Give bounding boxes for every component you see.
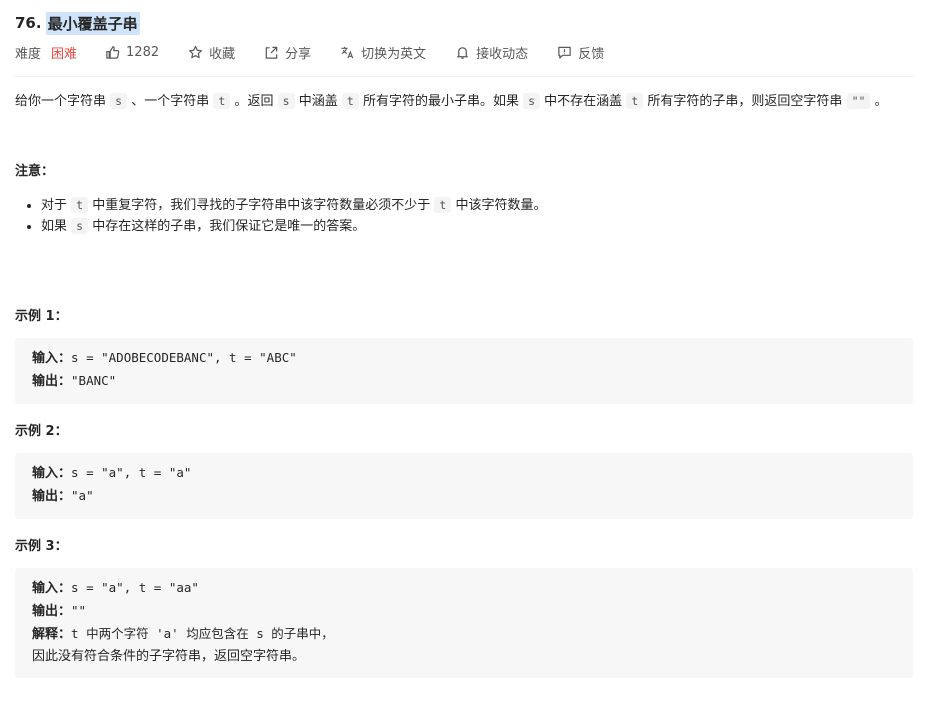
desc-text: 所有字符的子串，则返回空字符串 bbox=[647, 94, 843, 109]
inline-code-t: t bbox=[213, 93, 231, 109]
input-value: s = "a", t = "a" bbox=[71, 465, 192, 480]
input-label: 输入： bbox=[32, 351, 72, 366]
notes-heading: 注意： bbox=[15, 164, 55, 179]
example-3-explanation-cont: 因此没有符合条件的子字符串，返回空字符串。 bbox=[32, 649, 306, 664]
switch-language-button[interactable]: 切换为英文 bbox=[340, 43, 426, 62]
inline-code-s: s bbox=[277, 93, 295, 109]
share-button[interactable]: 分享 bbox=[264, 43, 311, 62]
explain-label: 解释： bbox=[32, 627, 72, 642]
desc-text: 。 bbox=[874, 94, 888, 109]
example-2-output: 输出："a" bbox=[32, 485, 896, 508]
example-1-title: 示例 1： bbox=[15, 309, 68, 324]
note-text: 中存在这样的子串，我们保证它是唯一的答案。 bbox=[92, 219, 366, 234]
example-3-title: 示例 3： bbox=[15, 539, 68, 554]
input-label: 输入： bbox=[32, 466, 72, 481]
star-icon bbox=[189, 45, 203, 58]
inline-code-empty: "" bbox=[846, 93, 871, 109]
problem-description: 给你一个字符串 s 、一个字符串 t 。返回 s 中涵盖 t 所有字符的最小子串… bbox=[15, 90, 913, 113]
example-3-input: 输入：s = "a", t = "aa" bbox=[32, 577, 896, 600]
example-3-output: 输出："" bbox=[32, 600, 896, 623]
notify-label: 接收动态 bbox=[476, 46, 529, 62]
output-label: 输出： bbox=[32, 604, 72, 619]
example-1-input: 输入：s = "ADOBECODEBANC", t = "ABC" bbox=[32, 347, 896, 370]
feedback-label: 反馈 bbox=[578, 46, 605, 62]
input-value: s = "a", t = "aa" bbox=[71, 580, 199, 595]
output-label: 输出： bbox=[32, 374, 72, 389]
favorite-button[interactable]: 收藏 bbox=[188, 43, 235, 62]
thumbs-up-icon bbox=[106, 45, 120, 59]
feedback-button[interactable]: 反馈 bbox=[557, 43, 604, 62]
input-value: s = "ADOBECODEBANC", t = "ABC" bbox=[71, 350, 297, 365]
output-value: "BANC" bbox=[71, 373, 117, 388]
output-label: 输出： bbox=[32, 489, 72, 504]
share-label: 分享 bbox=[285, 46, 312, 62]
inline-code-t: t bbox=[626, 93, 644, 109]
inline-code-t: t bbox=[71, 197, 89, 213]
header-divider bbox=[15, 76, 913, 77]
like-button[interactable]: 1282 bbox=[105, 45, 159, 60]
translate-icon bbox=[341, 46, 354, 58]
example-1-output: 输出："BANC" bbox=[32, 370, 896, 393]
inline-code-t: t bbox=[341, 93, 359, 109]
note-text: 中该字符数量。 bbox=[455, 198, 547, 213]
notify-button[interactable]: 接收动态 bbox=[455, 43, 528, 62]
example-3-explanation: 解释：t 中两个字符 'a' 均应包含在 s 的子串中， bbox=[32, 623, 896, 646]
example-2-title: 示例 2： bbox=[15, 424, 68, 439]
desc-text: 。返回 bbox=[234, 94, 274, 109]
desc-text: 中不存在涵盖 bbox=[544, 94, 623, 109]
desc-text: 、一个字符串 bbox=[131, 94, 210, 109]
note-text: 对于 bbox=[41, 198, 68, 213]
feedback-icon bbox=[558, 46, 571, 59]
example-2-box: 输入：s = "a", t = "a" 输出："a" bbox=[15, 453, 913, 519]
desc-text: 给你一个字符串 bbox=[15, 94, 107, 109]
problem-title: 76. 最小覆盖子串 bbox=[15, 11, 140, 35]
share-icon bbox=[265, 46, 278, 59]
example-2-input: 输入：s = "a", t = "a" bbox=[32, 462, 896, 485]
switch-language-label: 切换为英文 bbox=[361, 46, 427, 62]
bell-icon bbox=[457, 46, 468, 59]
inline-code-t: t bbox=[434, 197, 452, 213]
example-3-box: 输入：s = "a", t = "aa" 输出："" 解释：t 中两个字符 'a… bbox=[15, 568, 913, 678]
inline-code-s: s bbox=[71, 218, 89, 234]
like-count: 1282 bbox=[126, 44, 160, 60]
note-text: 如果 bbox=[41, 219, 68, 234]
inline-code-s: s bbox=[523, 93, 541, 109]
problem-page: 76. 最小覆盖子串 难度 困难 1282 收藏 分享 切换为英文 接收动态 反… bbox=[0, 0, 930, 705]
output-value: "a" bbox=[71, 488, 94, 503]
output-value: "" bbox=[71, 603, 87, 618]
meta-toolbar: 难度 困难 1282 收藏 分享 切换为英文 接收动态 反馈 bbox=[15, 42, 633, 62]
inline-code-s: s bbox=[110, 93, 128, 109]
problem-title-text[interactable]: 最小覆盖子串 bbox=[45, 11, 140, 35]
difficulty-label: 难度 bbox=[15, 46, 42, 62]
desc-text: 中涵盖 bbox=[298, 94, 338, 109]
example-1-box: 输入：s = "ADOBECODEBANC", t = "ABC" 输出："BA… bbox=[15, 338, 913, 404]
desc-text: 所有字符的最小子串。如果 bbox=[362, 94, 519, 109]
difficulty-badge: 困难 bbox=[51, 46, 78, 62]
favorite-label: 收藏 bbox=[209, 46, 236, 62]
list-item: 如果 s 中存在这样的子串，我们保证它是唯一的答案。 bbox=[41, 216, 913, 237]
note-text: 中重复字符，我们寻找的子字符串中该字符数量必须不少于 bbox=[92, 198, 431, 213]
problem-number: 76. bbox=[15, 14, 42, 32]
description-paragraph: 给你一个字符串 s 、一个字符串 t 。返回 s 中涵盖 t 所有字符的最小子串… bbox=[15, 90, 913, 113]
explain-text: t 中两个字符 'a' 均应包含在 s 的子串中， bbox=[71, 626, 334, 641]
input-label: 输入： bbox=[32, 581, 72, 596]
problem-content: 给你一个字符串 s 、一个字符串 t 。返回 s 中涵盖 t 所有字符的最小子串… bbox=[15, 90, 913, 237]
notes-list: 对于 t 中重复字符，我们寻找的子字符串中该字符数量必须不少于 t 中该字符数量… bbox=[15, 195, 913, 237]
list-item: 对于 t 中重复字符，我们寻找的子字符串中该字符数量必须不少于 t 中该字符数量… bbox=[41, 195, 913, 216]
